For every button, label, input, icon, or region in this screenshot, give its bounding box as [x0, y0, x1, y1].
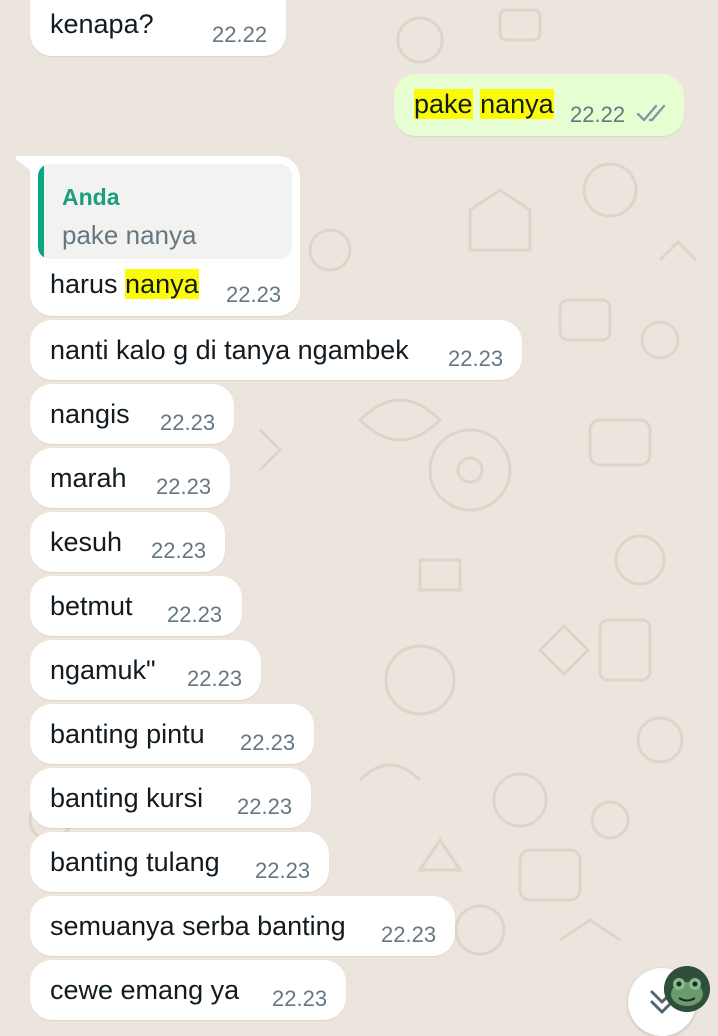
message-text: cewe emang ya [50, 975, 240, 1005]
message-bubble[interactable]: banting kursi 22.23 [30, 768, 311, 828]
message-bubble[interactable]: nangis 22.23 [30, 384, 234, 444]
search-highlight: pake [414, 89, 473, 119]
message-time: 22.23 [448, 346, 504, 371]
message-bubble[interactable]: semuanya serba banting 22.23 [30, 896, 455, 956]
message-text: pake nanya [414, 88, 554, 120]
message-bubble[interactable]: cewe emang ya 22.23 [30, 960, 346, 1020]
message-time: 22.23 [381, 922, 437, 947]
message-text: nangis [50, 399, 130, 429]
message-bubble[interactable]: nanti kalo g di tanya ngambek 22.23 [30, 320, 522, 380]
message-bubble[interactable]: kesuh 22.23 [30, 512, 225, 572]
quote-author: Anda [62, 184, 120, 210]
message-time: 22.23 [255, 858, 311, 883]
message-text: ngamuk" [50, 655, 156, 685]
message-text: kesuh [50, 527, 123, 557]
message-text: banting pintu [50, 719, 205, 749]
message-time: 22.23 [240, 730, 296, 755]
message-bubble[interactable]: kenapa? 22.22 [30, 0, 286, 56]
message-time: 22.23 [272, 986, 328, 1011]
avatar[interactable] [664, 966, 710, 1012]
search-highlight: nanya [480, 89, 554, 119]
message-time: 22.23 [187, 666, 243, 691]
message-text: banting kursi [50, 783, 204, 813]
message-bubble[interactable]: marah 22.23 [30, 448, 230, 508]
message-bubble[interactable]: betmut 22.23 [30, 576, 242, 636]
message-text: harus nanya [50, 269, 199, 299]
message-time: 22.22 [570, 102, 626, 127]
message-time: 22.23 [151, 538, 207, 563]
message-time: 22.23 [226, 282, 282, 307]
message-bubble-reply[interactable]: Anda pake nanya harus nanya 22.23 [30, 156, 300, 316]
message-time: 22.23 [160, 410, 216, 435]
message-time: 22.23 [167, 602, 223, 627]
search-highlight: nanya [125, 269, 199, 299]
message-bubble[interactable]: ngamuk" 22.23 [30, 640, 261, 700]
message-text: marah [50, 463, 127, 493]
message-time: 22.23 [237, 794, 293, 819]
double-check-icon [636, 104, 666, 122]
message-text: kenapa? [50, 9, 154, 39]
frog-avatar-icon [664, 966, 710, 1012]
message-text: banting tulang [50, 847, 220, 877]
quote-accent-bar [38, 164, 44, 259]
message-time: 22.23 [156, 474, 212, 499]
quoted-message[interactable]: Anda pake nanya [38, 164, 292, 259]
message-text: betmut [50, 591, 133, 621]
message-text: nanti kalo g di tanya ngambek [50, 335, 409, 365]
message-bubble[interactable]: banting tulang 22.23 [30, 832, 329, 892]
message-text: semuanya serba banting [50, 911, 346, 941]
quote-text: pake nanya [62, 220, 197, 250]
message-time: 22.22 [212, 22, 268, 47]
message-bubble[interactable]: banting pintu 22.23 [30, 704, 314, 764]
message-bubble-outgoing[interactable]: pake nanya 22.22 [394, 74, 684, 136]
